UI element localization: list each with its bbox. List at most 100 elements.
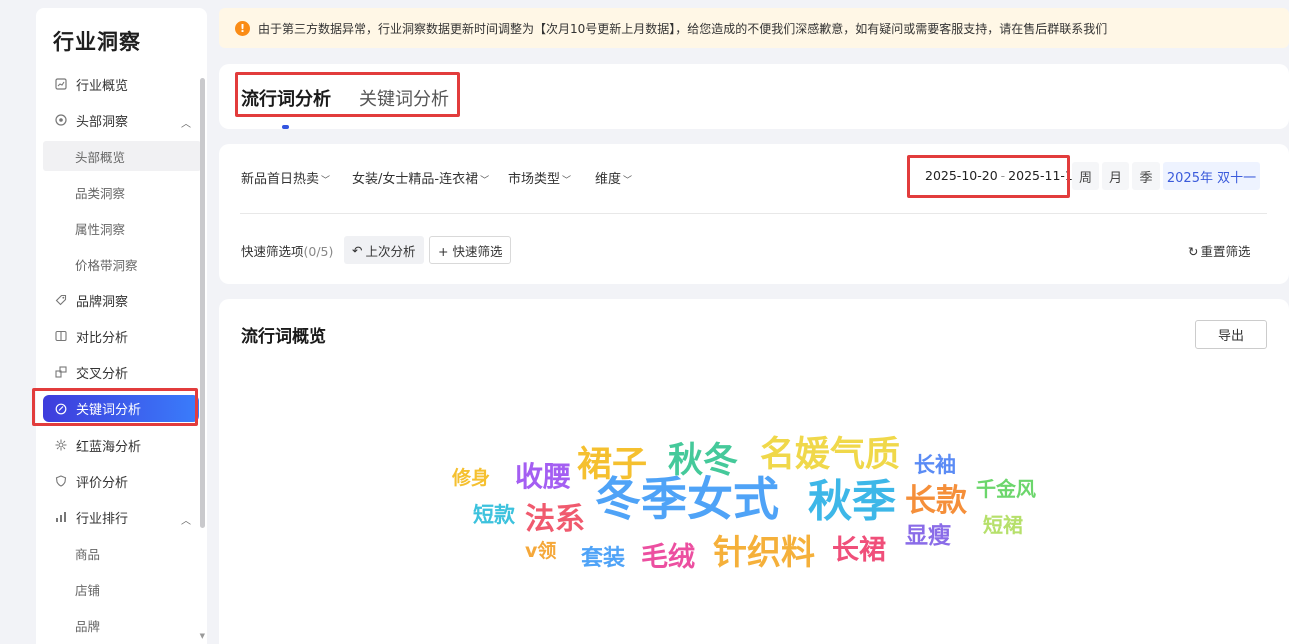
word-cloud-term[interactable]: 法系 — [525, 505, 585, 535]
sidebar-item-compare[interactable]: 对比分析 — [36, 318, 207, 354]
sidebar-item-label: 头部洞察 — [76, 114, 129, 130]
sidebar-scrollbar[interactable] — [200, 78, 205, 528]
sidebar-item-label: 行业排行 — [76, 511, 129, 527]
sidebar-item-review[interactable]: 评价分析 — [36, 463, 207, 499]
word-cloud-term[interactable]: 短款 — [473, 505, 515, 526]
sidebar-item-keyword-analysis[interactable]: 关键词分析 — [43, 395, 199, 422]
sidebar-item-label: 交叉分析 — [76, 366, 129, 382]
active-tab-indicator — [282, 125, 289, 129]
tag-icon — [54, 294, 67, 307]
last-analysis-button[interactable]: ↶ 上次分析 — [344, 236, 424, 264]
date-separator: - — [1000, 168, 1006, 183]
date-range-picker[interactable]: 2025-10-20-2025-11-14 — [925, 168, 1081, 183]
sidebar-subitem-attribute-insight[interactable]: 属性洞察 — [36, 210, 207, 246]
word-cloud-term[interactable]: 秋季 — [808, 480, 896, 524]
refresh-icon: ↻ — [1188, 244, 1199, 259]
quick-filter-text: 快速筛选项 — [241, 244, 304, 259]
export-button[interactable]: 导出 — [1195, 320, 1267, 349]
chevron-up-icon[interactable]: ︿ — [181, 512, 191, 527]
word-cloud-term[interactable]: 千金风 — [976, 479, 1036, 499]
quick-filter-count: (0/5) — [303, 244, 334, 259]
sidebar: 行业洞察 行业概览 头部洞察 ︿ 头部概览 品类洞察 属性洞察 价格带洞察 品牌… — [36, 8, 207, 644]
divider — [240, 213, 1267, 214]
chart-icon — [54, 78, 67, 91]
cross-icon — [54, 366, 67, 379]
target-icon — [54, 114, 67, 127]
sidebar-item-label: 品牌洞察 — [76, 294, 129, 310]
sidebar-item-cross[interactable]: 交叉分析 — [36, 354, 207, 390]
word-cloud-term[interactable]: 毛绒 — [641, 544, 695, 571]
word-cloud-term[interactable]: 短裙 — [983, 515, 1023, 535]
last-analysis-label: 上次分析 — [365, 243, 416, 259]
date-end: 2025-11-14 — [1008, 168, 1081, 183]
overview-title: 流行词概览 — [241, 327, 326, 347]
chevron-down-icon: ﹀ — [562, 176, 572, 186]
scroll-down-icon[interactable]: ▼ — [200, 632, 205, 640]
dropdown-category[interactable]: 女装/女士精品-连衣裙 ﹀ — [352, 168, 489, 187]
period-week-button[interactable]: 周 — [1072, 162, 1099, 190]
sidebar-subitem-head-overview[interactable]: 头部概览 — [43, 141, 201, 171]
sidebar-subitem-category-insight[interactable]: 品类洞察 — [36, 174, 207, 210]
sidebar-subitem-price-insight[interactable]: 价格带洞察 — [36, 246, 207, 282]
word-cloud-term[interactable]: 修身 — [452, 469, 490, 488]
chevron-down-icon: ﹀ — [321, 176, 331, 186]
keyword-icon — [54, 402, 67, 415]
dropdown-dimension[interactable]: 维度 ﹀ — [595, 168, 632, 187]
period-double11-button[interactable]: 2025年 双十一 — [1163, 162, 1260, 190]
tab-popular-words[interactable]: 流行词分析 — [241, 85, 331, 111]
chevron-down-icon: ﹀ — [623, 176, 633, 186]
word-cloud-term[interactable]: 长裙 — [832, 537, 886, 564]
filter-card: 新品首日热卖 ﹀ 女装/女士精品-连衣裙 ﹀ 市场类型 ﹀ 维度 ﹀ 2025-10-2… — [219, 144, 1289, 284]
word-cloud-term[interactable]: 秋冬 — [668, 444, 738, 479]
dropdown-market-type[interactable]: 市场类型 ﹀ — [508, 168, 571, 187]
sidebar-subitem-product[interactable]: 商品 — [36, 535, 207, 571]
sidebar-item-industry-overview[interactable]: 行业概览 — [36, 66, 207, 102]
word-cloud-term[interactable]: 显瘦 — [905, 525, 951, 548]
bar-chart-icon — [54, 511, 67, 524]
sidebar-title: 行业洞察 — [53, 30, 141, 54]
quick-filter-label: 快速筛选项(0/5) — [241, 241, 333, 260]
sidebar-item-head-insight[interactable]: 头部洞察 ︿ — [36, 102, 207, 138]
period-month-button[interactable]: 月 — [1102, 162, 1129, 190]
word-cloud-term[interactable]: v领 — [525, 542, 556, 561]
undo-icon: ↶ — [352, 242, 363, 258]
dropdown-label: 市场类型 — [508, 172, 561, 187]
overview-card: 流行词概览 导出 冬季女式 秋季 裙子 秋冬 名媛气质 长袖 收腰 修身 长款 千金风 短款 法系 短裙… — [219, 299, 1289, 644]
period-quarter-button[interactable]: 季 — [1132, 162, 1160, 190]
word-cloud-term[interactable]: 裙子 — [577, 448, 647, 483]
tab-keyword-analysis[interactable]: 关键词分析 — [359, 85, 449, 111]
sidebar-item-ranking[interactable]: 行业排行 ︿ — [36, 499, 207, 535]
word-cloud-term[interactable]: 收腰 — [515, 463, 571, 491]
date-start: 2025-10-20 — [925, 168, 998, 183]
compare-icon — [54, 330, 67, 343]
dropdown-ranking-type[interactable]: 新品首日热卖 ﹀ — [241, 168, 330, 187]
notice-banner: ! 由于第三方数据异常，行业洞察数据更新时间调整为【次月10号更新上月数据】，给… — [219, 8, 1289, 48]
info-icon: ! — [235, 20, 250, 36]
sidebar-item-label: 红蓝海分析 — [76, 439, 142, 455]
tabs-card: 流行词分析 关键词分析 — [219, 64, 1289, 129]
word-cloud-term[interactable]: 套装 — [581, 548, 625, 570]
dropdown-label: 女装/女士精品-连衣裙 — [352, 172, 479, 187]
reset-label: 重置筛选 — [1200, 244, 1251, 259]
reset-filter-button[interactable]: ↻ 重置筛选 — [1188, 241, 1251, 260]
sidebar-item-label: 评价分析 — [76, 475, 129, 491]
dropdown-label: 维度 — [595, 172, 622, 187]
quick-filter-button[interactable]: + 快速筛选 — [429, 236, 512, 264]
sea-icon — [54, 439, 67, 452]
notice-text: 由于第三方数据异常，行业洞察数据更新时间调整为【次月10号更新上月数据】，给您造… — [258, 21, 1108, 36]
chevron-up-icon[interactable]: ︿ — [181, 115, 191, 130]
sidebar-subitem-shop[interactable]: 店铺 — [36, 571, 207, 607]
sidebar-subitem-brand[interactable]: 品牌 — [36, 607, 207, 643]
sidebar-item-label: 对比分析 — [76, 330, 129, 346]
sidebar-item-red-blue-sea[interactable]: 红蓝海分析 — [36, 427, 207, 463]
word-cloud-term[interactable]: 长款 — [905, 486, 967, 517]
word-cloud-term[interactable]: 长袖 — [914, 455, 956, 476]
word-cloud-term[interactable]: 针织料 — [713, 536, 815, 570]
word-cloud-term[interactable]: 名媛气质 — [760, 438, 900, 473]
sidebar-item-label: 关键词分析 — [76, 403, 142, 418]
sidebar-item-brand-insight[interactable]: 品牌洞察 — [36, 282, 207, 318]
sidebar-nav: 行业概览 头部洞察 ︿ 头部概览 品类洞察 属性洞察 价格带洞察 品牌洞察 对比… — [36, 66, 207, 643]
sidebar-item-label: 行业概览 — [76, 78, 129, 94]
chevron-down-icon: ﹀ — [480, 176, 490, 186]
shield-icon — [54, 475, 67, 488]
